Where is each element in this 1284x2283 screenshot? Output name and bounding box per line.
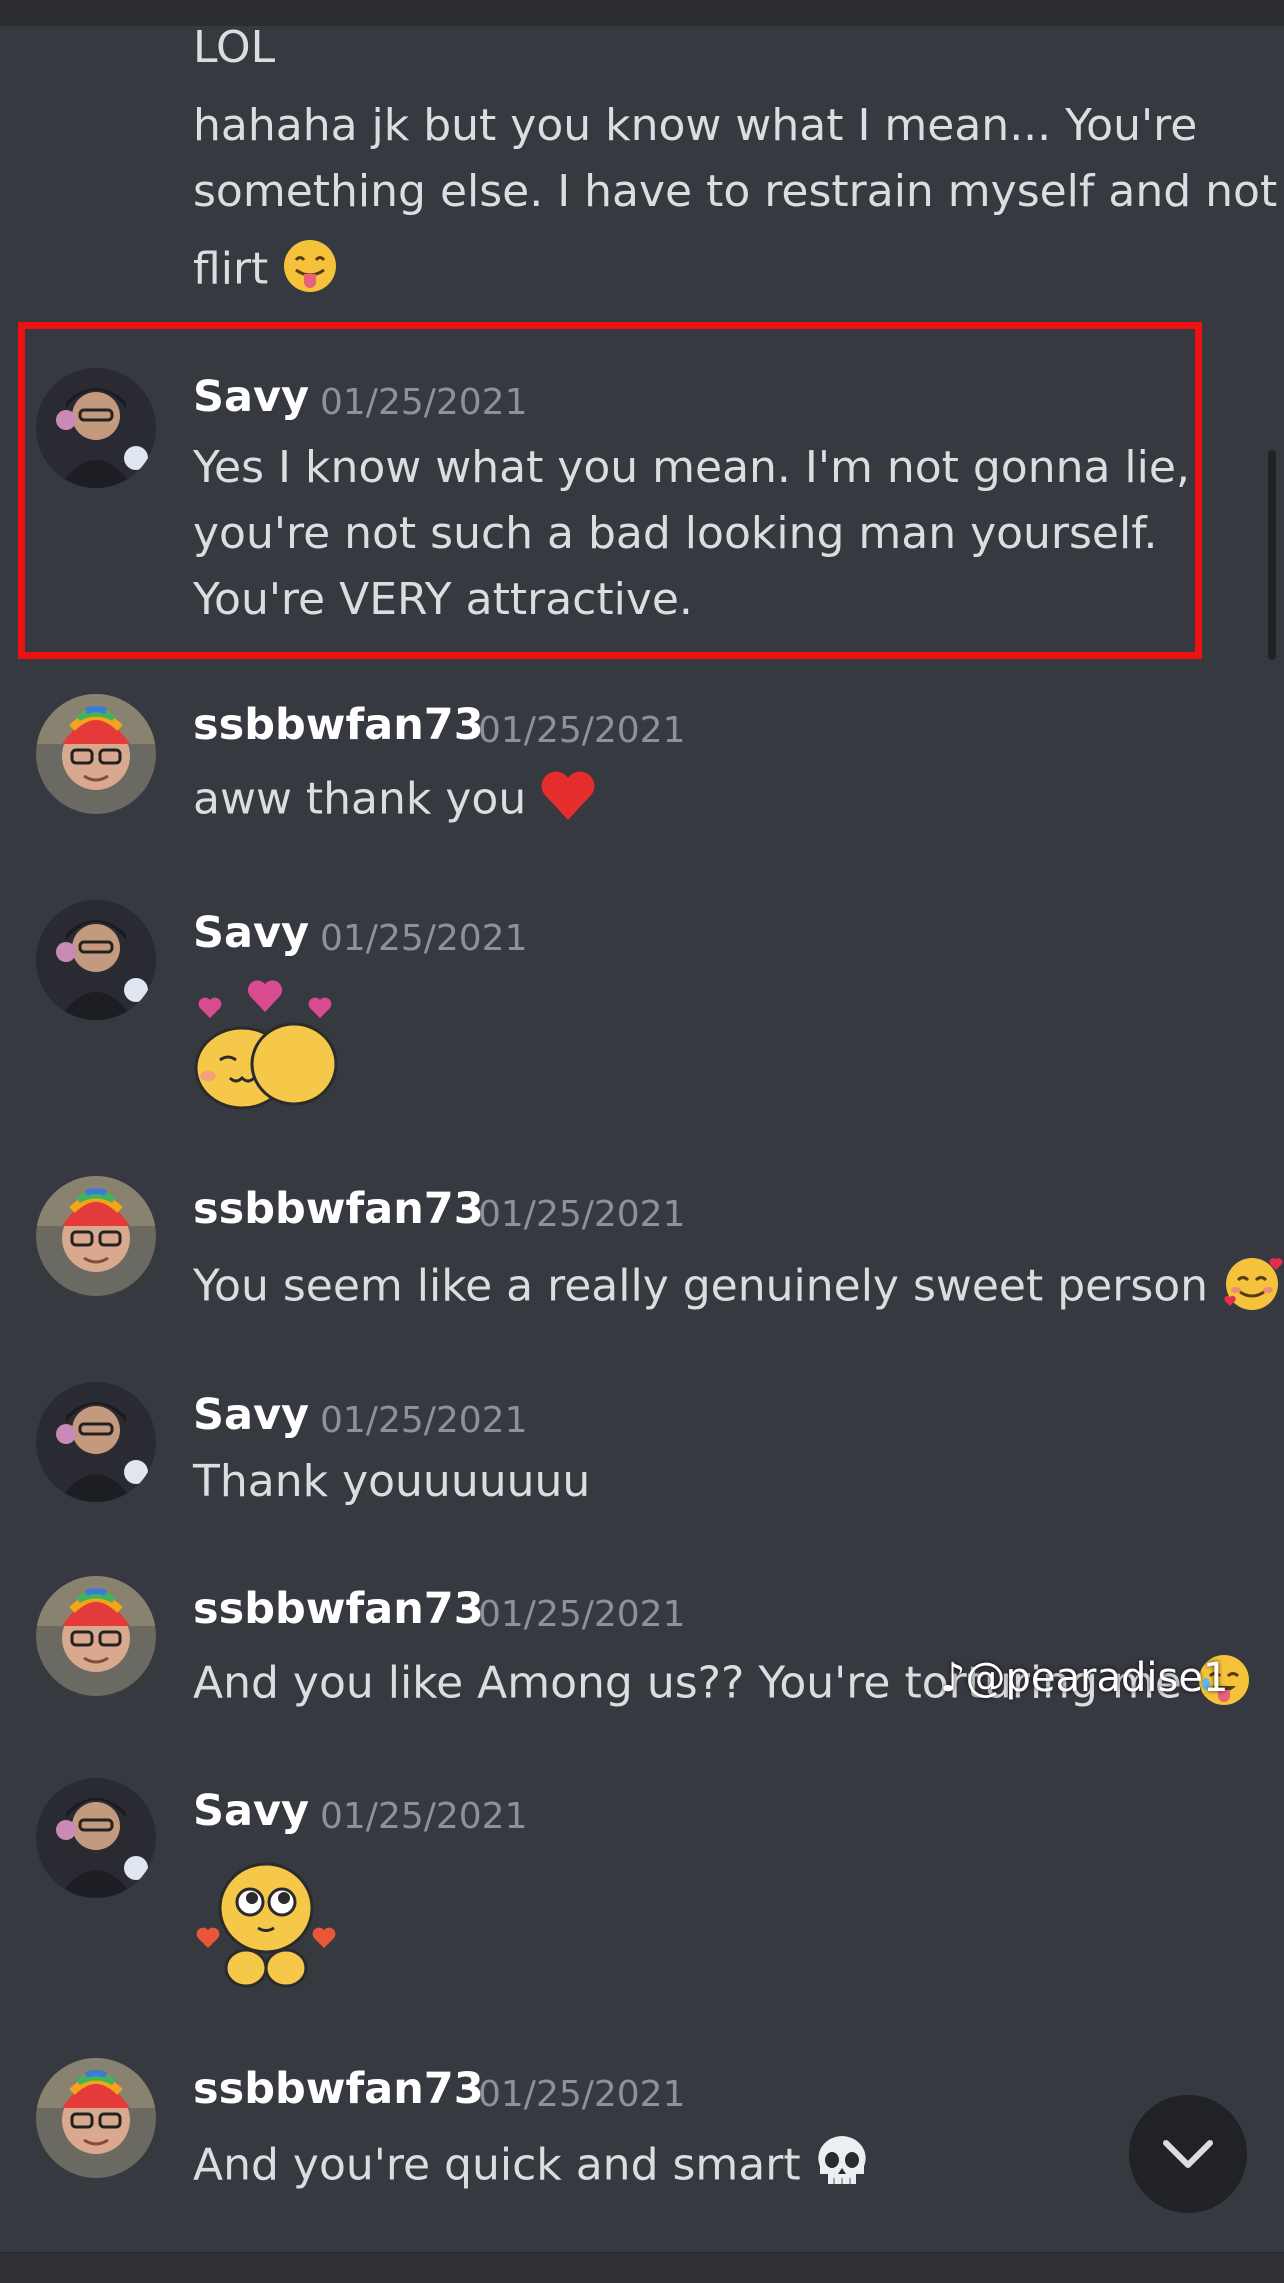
- message-line-with-emoji: aww thank you: [193, 770, 596, 833]
- message-line: LOL: [193, 22, 276, 73]
- message-line: Thank youuuuuuu: [193, 1456, 591, 1507]
- scrollbar[interactable]: [1268, 450, 1276, 660]
- username[interactable]: ssbbwfan73: [193, 2064, 484, 2114]
- timestamp: 01/25/2021: [478, 1594, 686, 1635]
- timestamp: 01/25/2021: [320, 1796, 528, 1837]
- timestamp: 01/25/2021: [478, 1194, 686, 1235]
- avatar[interactable]: [36, 1576, 156, 1696]
- avatar[interactable]: [36, 2058, 156, 2178]
- message-line-with-emoji: You seem like a really genuinely sweet p…: [193, 1254, 1284, 1323]
- username[interactable]: ssbbwfan73: [193, 1584, 484, 1634]
- message-text: aww thank you: [193, 773, 527, 825]
- timestamp: 01/25/2021: [320, 382, 528, 423]
- skull-emoji: [815, 2134, 869, 2201]
- avatar[interactable]: [36, 694, 156, 814]
- avatar[interactable]: [36, 1778, 156, 1898]
- timestamp: 01/25/2021: [478, 2074, 686, 2115]
- username[interactable]: Savy: [193, 1786, 309, 1836]
- username[interactable]: ssbbwfan73: [193, 700, 484, 750]
- timestamp: 01/25/2021: [320, 1400, 528, 1441]
- message-line: hahaha jk but you know what I mean... Yo…: [193, 100, 1198, 151]
- message-line-with-emoji: flirt: [193, 238, 338, 305]
- message-text: flirt: [193, 243, 269, 295]
- username[interactable]: Savy: [193, 372, 309, 422]
- tongue-out-emoji: [282, 238, 338, 305]
- message-line: something else. I have to restrain mysel…: [193, 166, 1278, 217]
- timestamp: 01/25/2021: [478, 710, 686, 751]
- username[interactable]: Savy: [193, 1390, 309, 1440]
- message-line: You're VERY attractive.: [193, 574, 693, 625]
- username[interactable]: Savy: [193, 908, 309, 958]
- tiktok-icon: ♪: [940, 1655, 966, 1701]
- chevron-down-icon: [1163, 2140, 1213, 2168]
- message-line: you're not such a bad looking man yourse…: [193, 508, 1158, 559]
- watermark: ♪@pearadise1: [940, 1655, 1228, 1701]
- watermark-text: @pearadise1: [965, 1655, 1229, 1701]
- red-heart-emoji: [540, 770, 596, 833]
- avatar[interactable]: [36, 900, 156, 1020]
- jump-to-latest-button[interactable]: [1129, 2095, 1247, 2213]
- smiling-face-with-hearts-emoji: [1222, 1254, 1284, 1323]
- avatar[interactable]: [36, 1176, 156, 1296]
- message-line: Yes I know what you mean. I'm not gonna …: [193, 442, 1190, 493]
- hug-hearts-sticker: [190, 968, 340, 1116]
- avatar[interactable]: [36, 1382, 156, 1502]
- timestamp: 01/25/2021: [320, 918, 528, 959]
- avatar[interactable]: [36, 368, 156, 488]
- pleading-hearts-sticker: [190, 1850, 340, 1998]
- message-text: You seem like a really genuinely sweet p…: [193, 1260, 1209, 1312]
- username[interactable]: ssbbwfan73: [193, 1184, 484, 1234]
- bottom-bar: [0, 2252, 1284, 2283]
- message-text: And you're quick and smart: [193, 2139, 801, 2191]
- message-line-with-emoji: And you're quick and smart: [193, 2134, 869, 2201]
